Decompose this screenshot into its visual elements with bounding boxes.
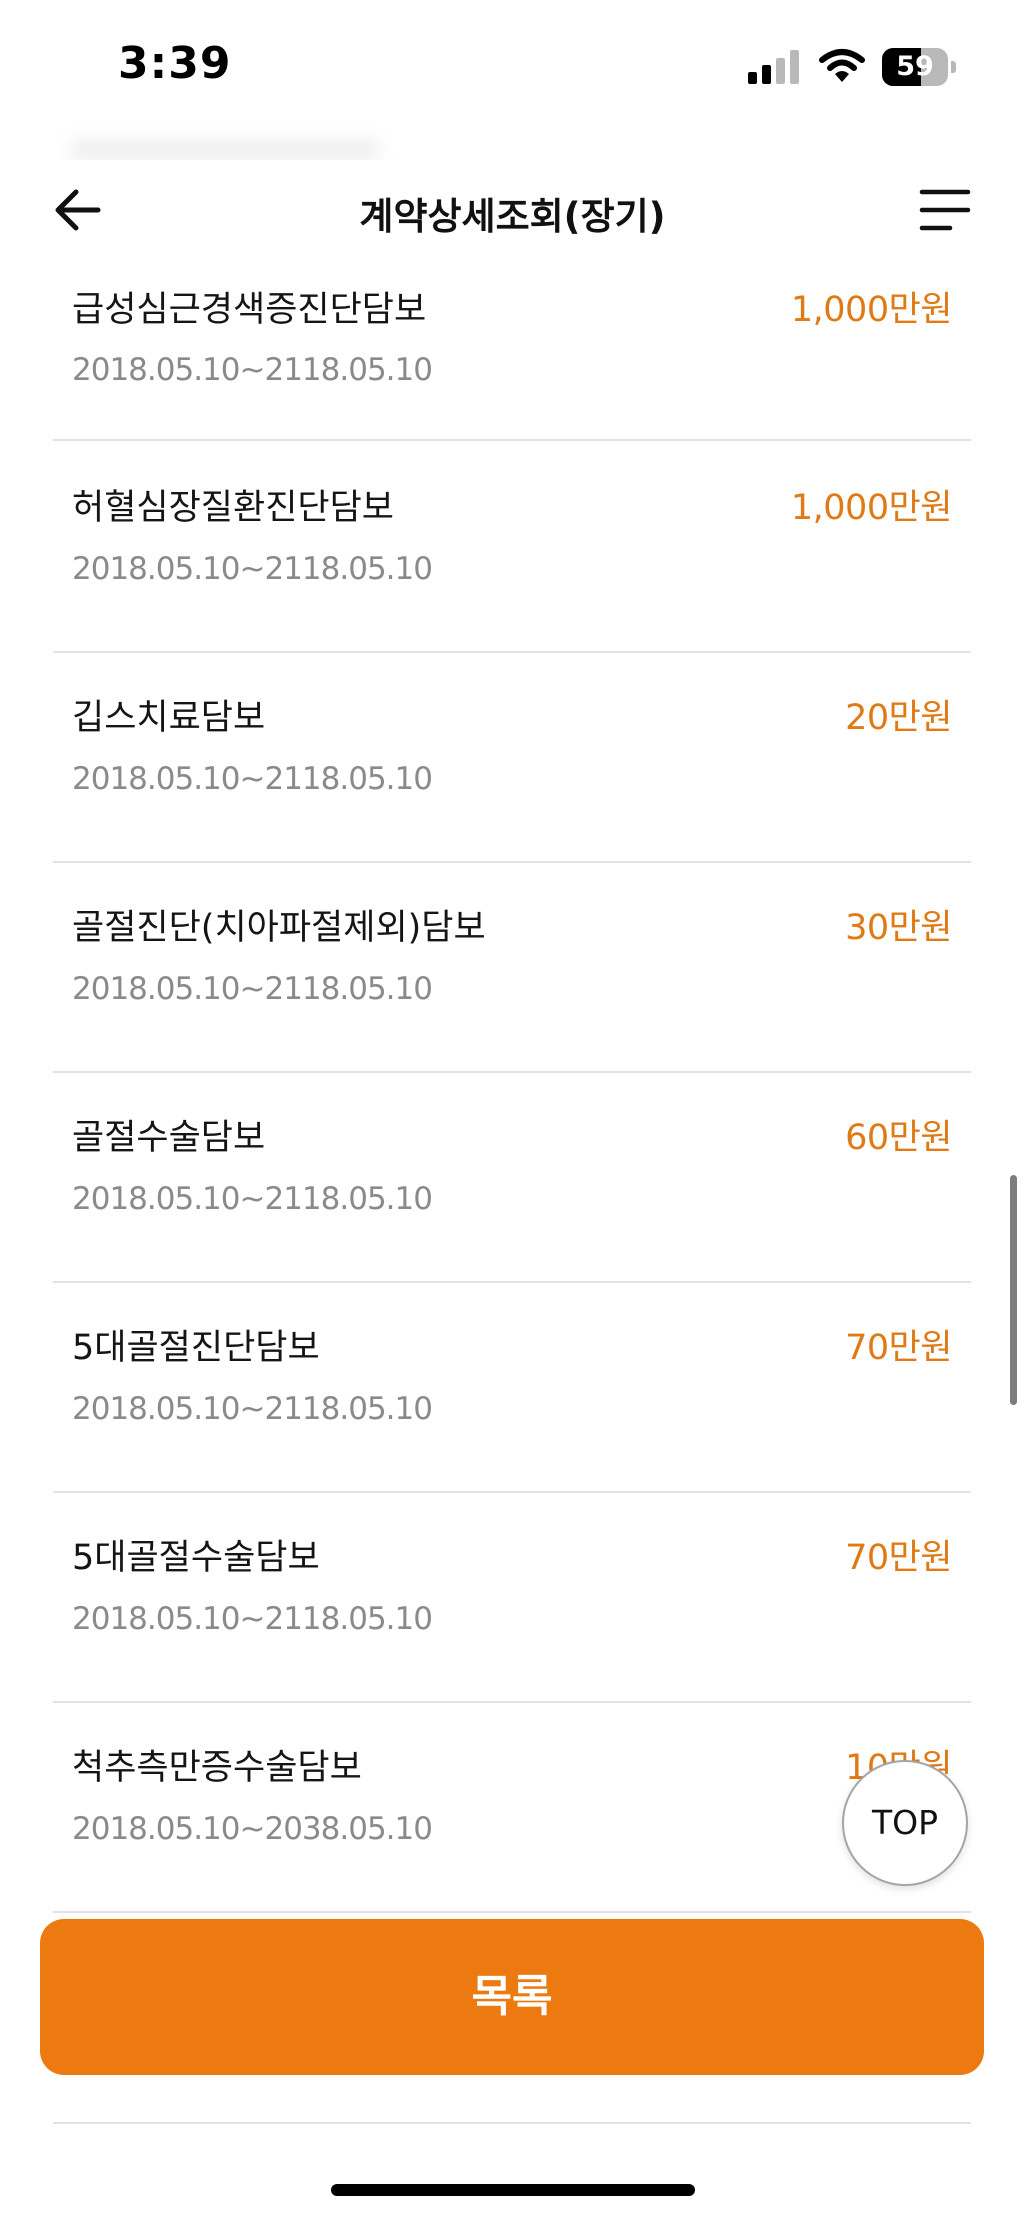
- page-title: 계약상세조회(장기): [359, 195, 666, 238]
- coverage-period: 2018.05.10~2118.05.10: [72, 1181, 433, 1217]
- list-item[interactable]: 골절진단(치아파절제외)담보 30만원 2018.05.10~2118.05.1…: [53, 863, 971, 1073]
- menu-button[interactable]: [918, 188, 972, 232]
- wifi-icon: [819, 49, 865, 82]
- list-item[interactable]: 깁스치료담보 20만원 2018.05.10~2118.05.10: [53, 653, 971, 863]
- coverage-amount: 30만원: [845, 908, 952, 948]
- list-item[interactable]: 5대골절진단담보 70만원 2018.05.10~2118.05.10: [53, 1283, 971, 1493]
- home-indicator[interactable]: [331, 2184, 695, 2196]
- coverage-name: 5대골절진단담보: [72, 1328, 320, 1368]
- scrollbar[interactable]: [1010, 1175, 1017, 1405]
- coverage-name: 급성심근경색증진단담보: [72, 290, 427, 330]
- coverage-period: 2018.05.10~2038.05.10: [72, 1811, 433, 1847]
- app-header: 계약상세조회(장기): [0, 160, 1025, 260]
- list-item[interactable]: 골절수술담보 60만원 2018.05.10~2118.05.10: [53, 1073, 971, 1283]
- coverage-period: 2018.05.10~2118.05.10: [72, 352, 433, 388]
- coverage-name: 골절진단(치아파절제외)담보: [72, 908, 486, 948]
- coverage-amount: 70만원: [845, 1538, 952, 1578]
- coverage-name: 척추측만증수술담보: [72, 1748, 362, 1788]
- list-item[interactable]: 급성심근경색증진단담보 1,000만원 2018.05.10~2118.05.1…: [53, 229, 971, 441]
- divider: [53, 2122, 971, 2124]
- coverage-period: 2018.05.10~2118.05.10: [72, 971, 433, 1007]
- cellular-signal-icon: [748, 50, 799, 84]
- coverage-amount: 1,000만원: [790, 290, 953, 330]
- coverage-name: 깁스치료담보: [72, 698, 266, 738]
- coverage-period: 2018.05.10~2118.05.10: [72, 1601, 433, 1637]
- coverage-period: 2018.05.10~2118.05.10: [72, 761, 433, 797]
- coverage-period: 2018.05.10~2118.05.10: [72, 1391, 433, 1427]
- coverage-name: 허혈심장질환진단담보: [72, 488, 395, 528]
- hamburger-menu-icon: [919, 189, 971, 231]
- blurred-residue: [70, 140, 380, 160]
- battery-icon: 59: [882, 48, 958, 86]
- status-bar: 3:39 59: [0, 0, 1025, 130]
- scroll-to-top-button[interactable]: TOP: [842, 1760, 968, 1886]
- status-time: 3:39: [118, 38, 232, 89]
- coverage-amount: 70만원: [845, 1328, 952, 1368]
- coverage-amount: 60만원: [845, 1118, 952, 1158]
- list-item[interactable]: 5대골절수술담보 70만원 2018.05.10~2118.05.10: [53, 1493, 971, 1703]
- coverage-name: 골절수술담보: [72, 1118, 266, 1158]
- list-button[interactable]: 목록: [40, 1919, 984, 2075]
- coverage-amount: 20만원: [845, 698, 952, 738]
- list-item[interactable]: 허혈심장질환진단담보 1,000만원 2018.05.10~2118.05.10: [53, 443, 971, 653]
- coverage-period: 2018.05.10~2118.05.10: [72, 551, 433, 587]
- coverage-amount: 1,000만원: [790, 488, 953, 528]
- coverage-name: 5대골절수술담보: [72, 1538, 320, 1578]
- battery-level: 59: [896, 51, 934, 82]
- list-item[interactable]: 척추측만증수술담보 10만원 2018.05.10~2038.05.10: [53, 1703, 971, 1913]
